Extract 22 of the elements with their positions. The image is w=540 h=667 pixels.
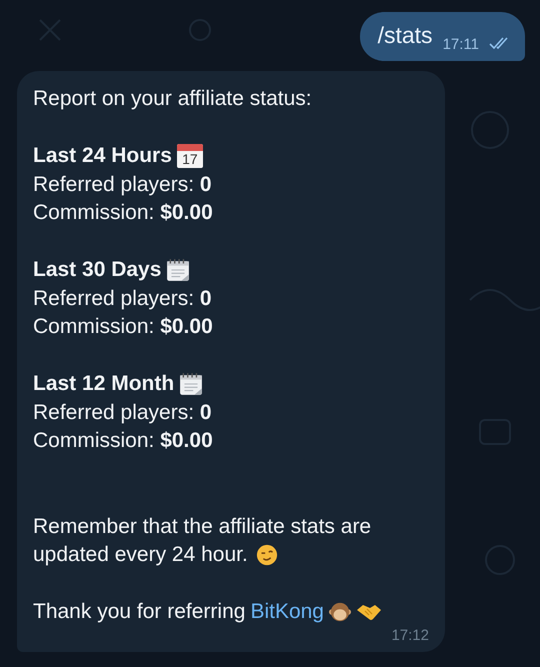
calendar-icon xyxy=(179,372,204,396)
bitkong-link[interactable]: BitKong xyxy=(250,600,324,624)
message-text: /stats xyxy=(378,22,433,49)
message-time: 17:12 xyxy=(391,626,429,644)
section-title: Last 24 Hours xyxy=(33,144,172,168)
message-text: Report on your affiliate status: xyxy=(33,86,313,112)
message-time: 17:11 xyxy=(442,36,479,53)
winking-smiley-icon xyxy=(256,544,278,566)
stat-line: Referred players: 0 xyxy=(33,286,213,312)
stat-line: Referred players: 0 xyxy=(33,172,213,198)
message-text: Thank you for referring xyxy=(33,599,246,625)
calendar-icon xyxy=(166,258,190,282)
section-title: Last 12 Month xyxy=(33,372,174,396)
stat-line: Commission: $0.00 xyxy=(33,200,214,226)
message-text: Remember that the affiliate stats are xyxy=(33,514,372,540)
stat-line: Referred players: 0 xyxy=(33,400,213,426)
section-title: Last 30 Days xyxy=(33,258,162,282)
stat-line: Commission: $0.00 xyxy=(33,428,214,454)
message-text: updated every 24 hour. xyxy=(33,542,248,568)
monkey-icon xyxy=(329,601,351,624)
calendar-icon: 17 xyxy=(176,144,203,168)
stat-line: Commission: $0.00 xyxy=(33,314,214,340)
